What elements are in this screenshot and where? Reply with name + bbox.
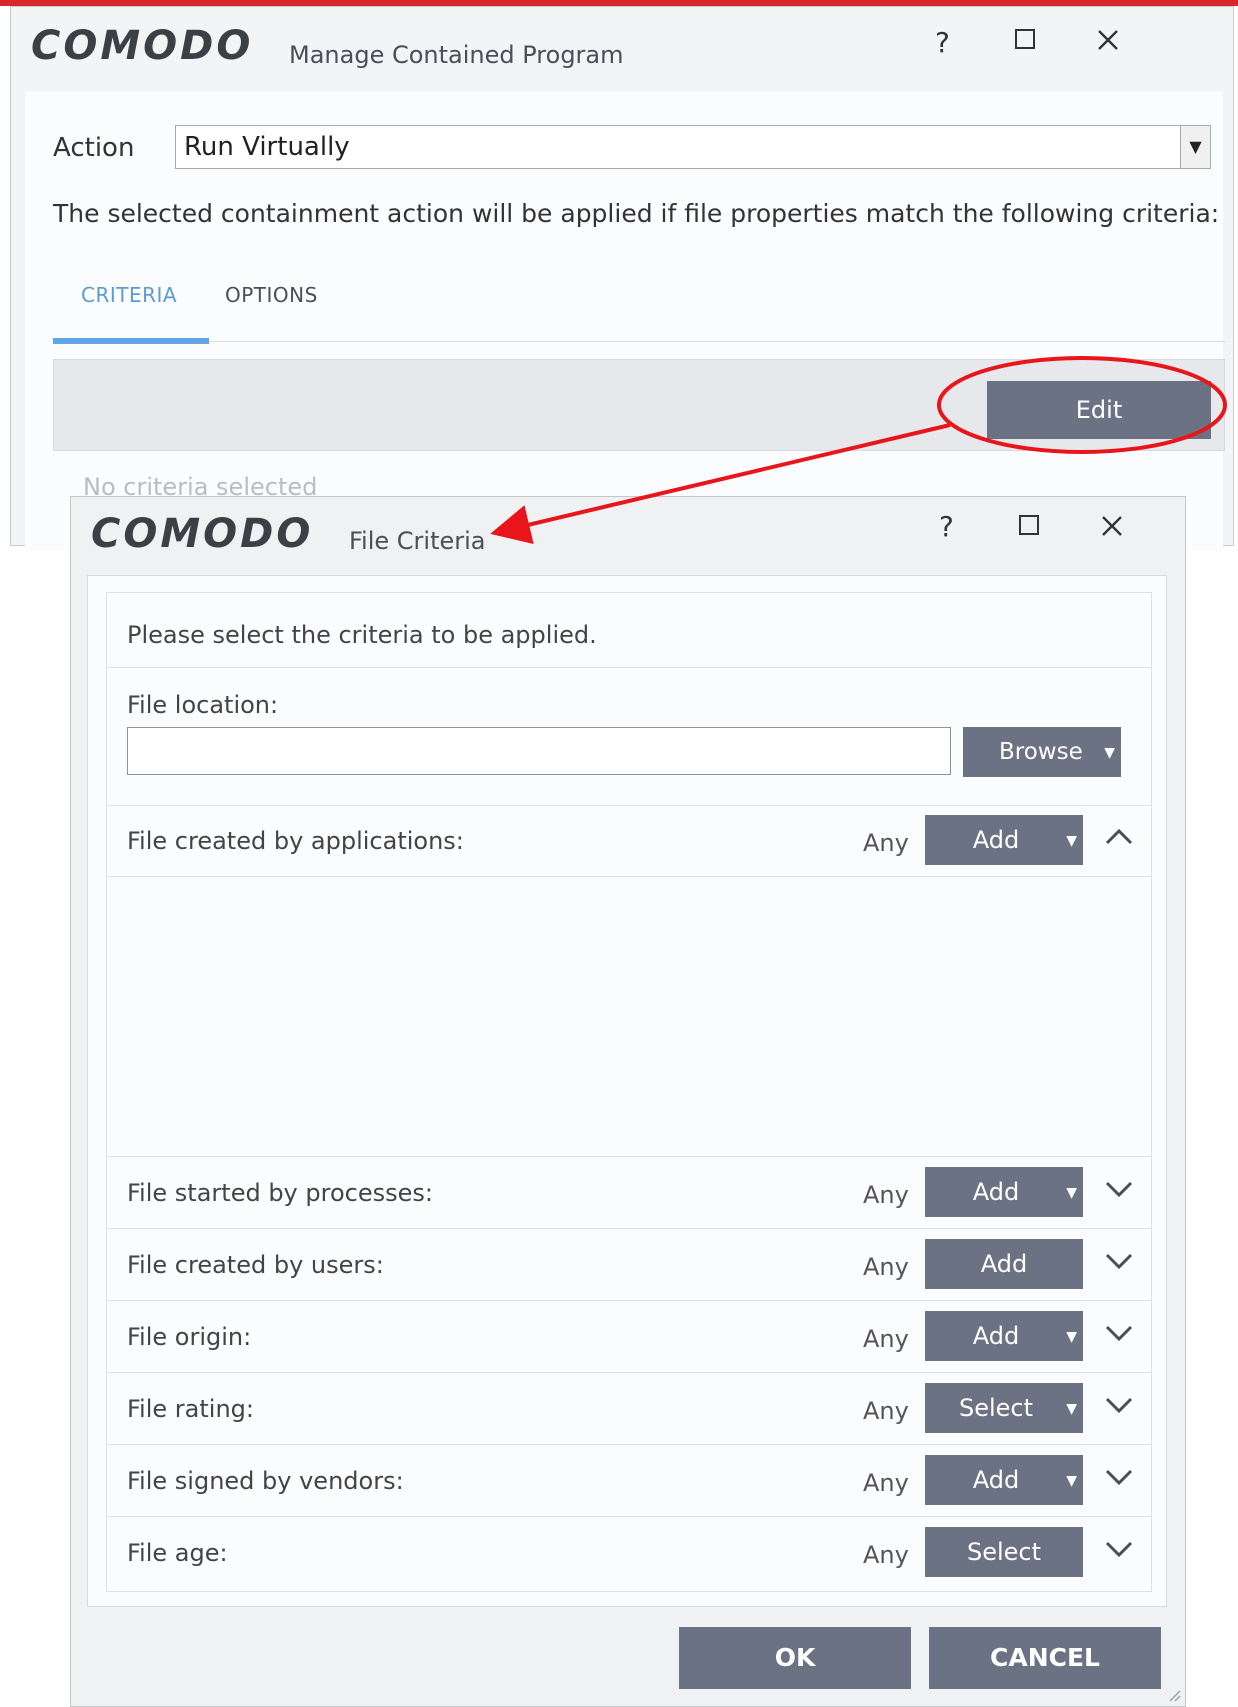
criteria-label: File created by applications: [127, 827, 464, 855]
chevron-down-icon[interactable] [1103, 1177, 1135, 1201]
criteria-label: File signed by vendors: [127, 1467, 404, 1495]
criteria-row-origin: File origin: Any Add ▼ [107, 1301, 1151, 1372]
select-button[interactable]: Select ▼ [925, 1383, 1083, 1433]
chevron-down-icon[interactable] [1103, 1465, 1135, 1489]
button-label: Add [972, 1178, 1020, 1206]
file-location-input[interactable] [127, 727, 951, 775]
button-label: Add [972, 826, 1020, 854]
criteria-value: Any [863, 1397, 909, 1425]
caret-down-icon: ▼ [1066, 1473, 1077, 1489]
close-icon[interactable] [1097, 29, 1119, 51]
caret-down-icon: ▼ [1066, 1401, 1077, 1417]
action-select-value: Run Virtually [184, 132, 350, 162]
tab-options[interactable]: OPTIONS [225, 283, 318, 307]
criteria-row-rating: File rating: Any Select ▼ [107, 1373, 1151, 1444]
dialog-title: File Criteria [349, 527, 486, 555]
button-label: Add [972, 1466, 1020, 1494]
caret-down-icon: ▼ [1066, 1329, 1077, 1345]
comodo-logo: COMODO [31, 23, 254, 69]
tab-criteria[interactable]: CRITERIA [81, 283, 177, 307]
caret-down-icon: ▼ [1066, 833, 1077, 849]
browse-button-label: Browse [999, 739, 1083, 765]
criteria-value: Any [863, 1325, 909, 1353]
criteria-row-applications: File created by applications: Any Add ▼ [107, 805, 1151, 876]
close-icon[interactable] [1101, 515, 1123, 537]
maximize-icon[interactable] [1019, 515, 1039, 535]
dropdown-arrow-icon[interactable]: ▼ [1180, 126, 1210, 168]
criteria-value: Any [863, 1253, 909, 1281]
chevron-down-icon[interactable] [1103, 1537, 1135, 1561]
action-select[interactable]: Run Virtually ▼ [175, 125, 1211, 169]
criteria-list: Please select the criteria to be applied… [106, 592, 1152, 1592]
criteria-row-age: File age: Any Select [107, 1517, 1151, 1588]
add-button[interactable]: Add ▼ [925, 815, 1083, 865]
criteria-label: File rating: [127, 1395, 254, 1423]
caret-down-icon: ▼ [1066, 1185, 1077, 1201]
maximize-icon[interactable] [1015, 29, 1035, 49]
intro-text: Please select the criteria to be applied… [127, 621, 597, 649]
criteria-value: Any [863, 1541, 909, 1569]
criteria-description: The selected containment action will be … [53, 199, 1220, 228]
chevron-up-icon[interactable] [1103, 825, 1135, 849]
criteria-label: File age: [127, 1539, 228, 1567]
tab-divider [53, 341, 1225, 342]
criteria-value: Any [863, 1469, 909, 1497]
chevron-down-icon[interactable] [1103, 1393, 1135, 1417]
cancel-button[interactable]: CANCEL [929, 1627, 1161, 1689]
button-label: Select [958, 1394, 1034, 1422]
add-button[interactable]: Add [925, 1239, 1083, 1289]
criteria-label: File origin: [127, 1323, 252, 1351]
active-tab-indicator [53, 338, 209, 344]
comodo-logo: COMODO [91, 511, 314, 557]
applications-list-area [107, 877, 1151, 1156]
caret-down-icon: ▼ [1104, 745, 1115, 761]
dialog-body: Action Run Virtually ▼ The selected cont… [25, 91, 1225, 551]
file-criteria-dialog: COMODO File Criteria ? Please select the… [70, 496, 1186, 1707]
manage-contained-program-dialog: COMODO Manage Contained Program ? Action… [10, 6, 1234, 551]
add-button[interactable]: Add ▼ [925, 1311, 1083, 1361]
help-button[interactable]: ? [939, 513, 954, 541]
help-button[interactable]: ? [935, 29, 950, 57]
action-label: Action [53, 133, 135, 163]
criteria-value: Any [863, 1181, 909, 1209]
criteria-value: Any [863, 829, 909, 857]
divider [107, 667, 1151, 668]
add-button[interactable]: Add ▼ [925, 1455, 1083, 1505]
add-button[interactable]: Add ▼ [925, 1167, 1083, 1217]
ok-button[interactable]: OK [679, 1627, 911, 1689]
browse-button[interactable]: Browse ▼ [963, 727, 1121, 777]
criteria-label: File started by processes: [127, 1179, 433, 1207]
chevron-down-icon[interactable] [1103, 1249, 1135, 1273]
select-button[interactable]: Select [925, 1527, 1083, 1577]
resize-grip-icon[interactable] [1165, 1686, 1181, 1702]
file-location-label: File location: [127, 691, 279, 719]
criteria-row-processes: File started by processes: Any Add ▼ [107, 1157, 1151, 1228]
button-label: Add [972, 1322, 1020, 1350]
criteria-panel: Please select the criteria to be applied… [87, 575, 1167, 1607]
criteria-row-vendors: File signed by vendors: Any Add ▼ [107, 1445, 1151, 1516]
criteria-row-users: File created by users: Any Add [107, 1229, 1151, 1300]
criteria-label: File created by users: [127, 1251, 384, 1279]
edit-button[interactable]: Edit [987, 381, 1211, 439]
dialog-title: Manage Contained Program [289, 41, 624, 69]
chevron-down-icon[interactable] [1103, 1321, 1135, 1345]
